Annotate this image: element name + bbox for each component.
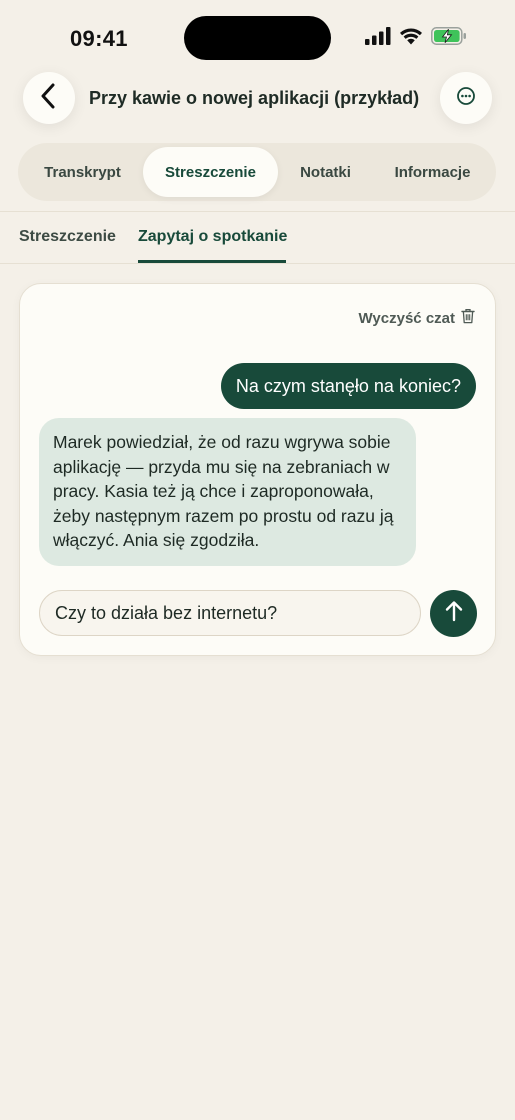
tab-streszczenie[interactable]: Streszczenie: [143, 147, 278, 197]
tab-notatki[interactable]: Notatki: [278, 147, 373, 197]
divider: [0, 263, 515, 264]
ellipsis-circle-icon: [456, 86, 476, 111]
trash-icon: [461, 308, 475, 328]
dynamic-island: [184, 16, 331, 60]
chat-card: Wyczyść czat Na czym stanęło na koniec? …: [19, 283, 496, 656]
main-tabs: Transkrypt Streszczenie Notatki Informac…: [18, 143, 496, 201]
back-button[interactable]: [23, 72, 75, 124]
signal-icon: [365, 26, 391, 50]
assistant-message-bubble: Marek powiedział, że od razu wgrywa sobi…: [39, 418, 416, 566]
page-title: Przy kawie o nowej aplikacji (przykład): [89, 88, 420, 108]
tab-informacje[interactable]: Informacje: [373, 147, 492, 197]
status-bar: 09:41: [0, 0, 515, 72]
status-icons: [365, 26, 467, 50]
subtab-streszczenie[interactable]: Streszczenie: [19, 228, 116, 246]
subtab-zapytaj-o-spotkanie[interactable]: Zapytaj o spotkanie: [138, 228, 287, 246]
status-time: 09:41: [70, 26, 128, 51]
user-message-bubble: Na czym stanęło na koniec?: [220, 363, 476, 409]
sub-tabs: Streszczenie Zapytaj o spotkanie: [0, 212, 515, 263]
tab-transkrypt[interactable]: Transkrypt: [22, 147, 143, 197]
chat-input[interactable]: [39, 590, 421, 636]
header: Przy kawie o nowej aplikacji (przykład): [0, 72, 515, 126]
wifi-icon: [399, 27, 423, 50]
battery-charging-icon: [431, 26, 467, 50]
arrow-up-icon: [444, 600, 464, 627]
clear-chat-button[interactable]: Wyczyść czat: [359, 308, 475, 328]
clear-chat-label: Wyczyść czat: [358, 309, 455, 327]
more-options-button[interactable]: [440, 72, 492, 124]
send-button[interactable]: [430, 590, 477, 637]
chevron-left-icon: [38, 83, 60, 114]
